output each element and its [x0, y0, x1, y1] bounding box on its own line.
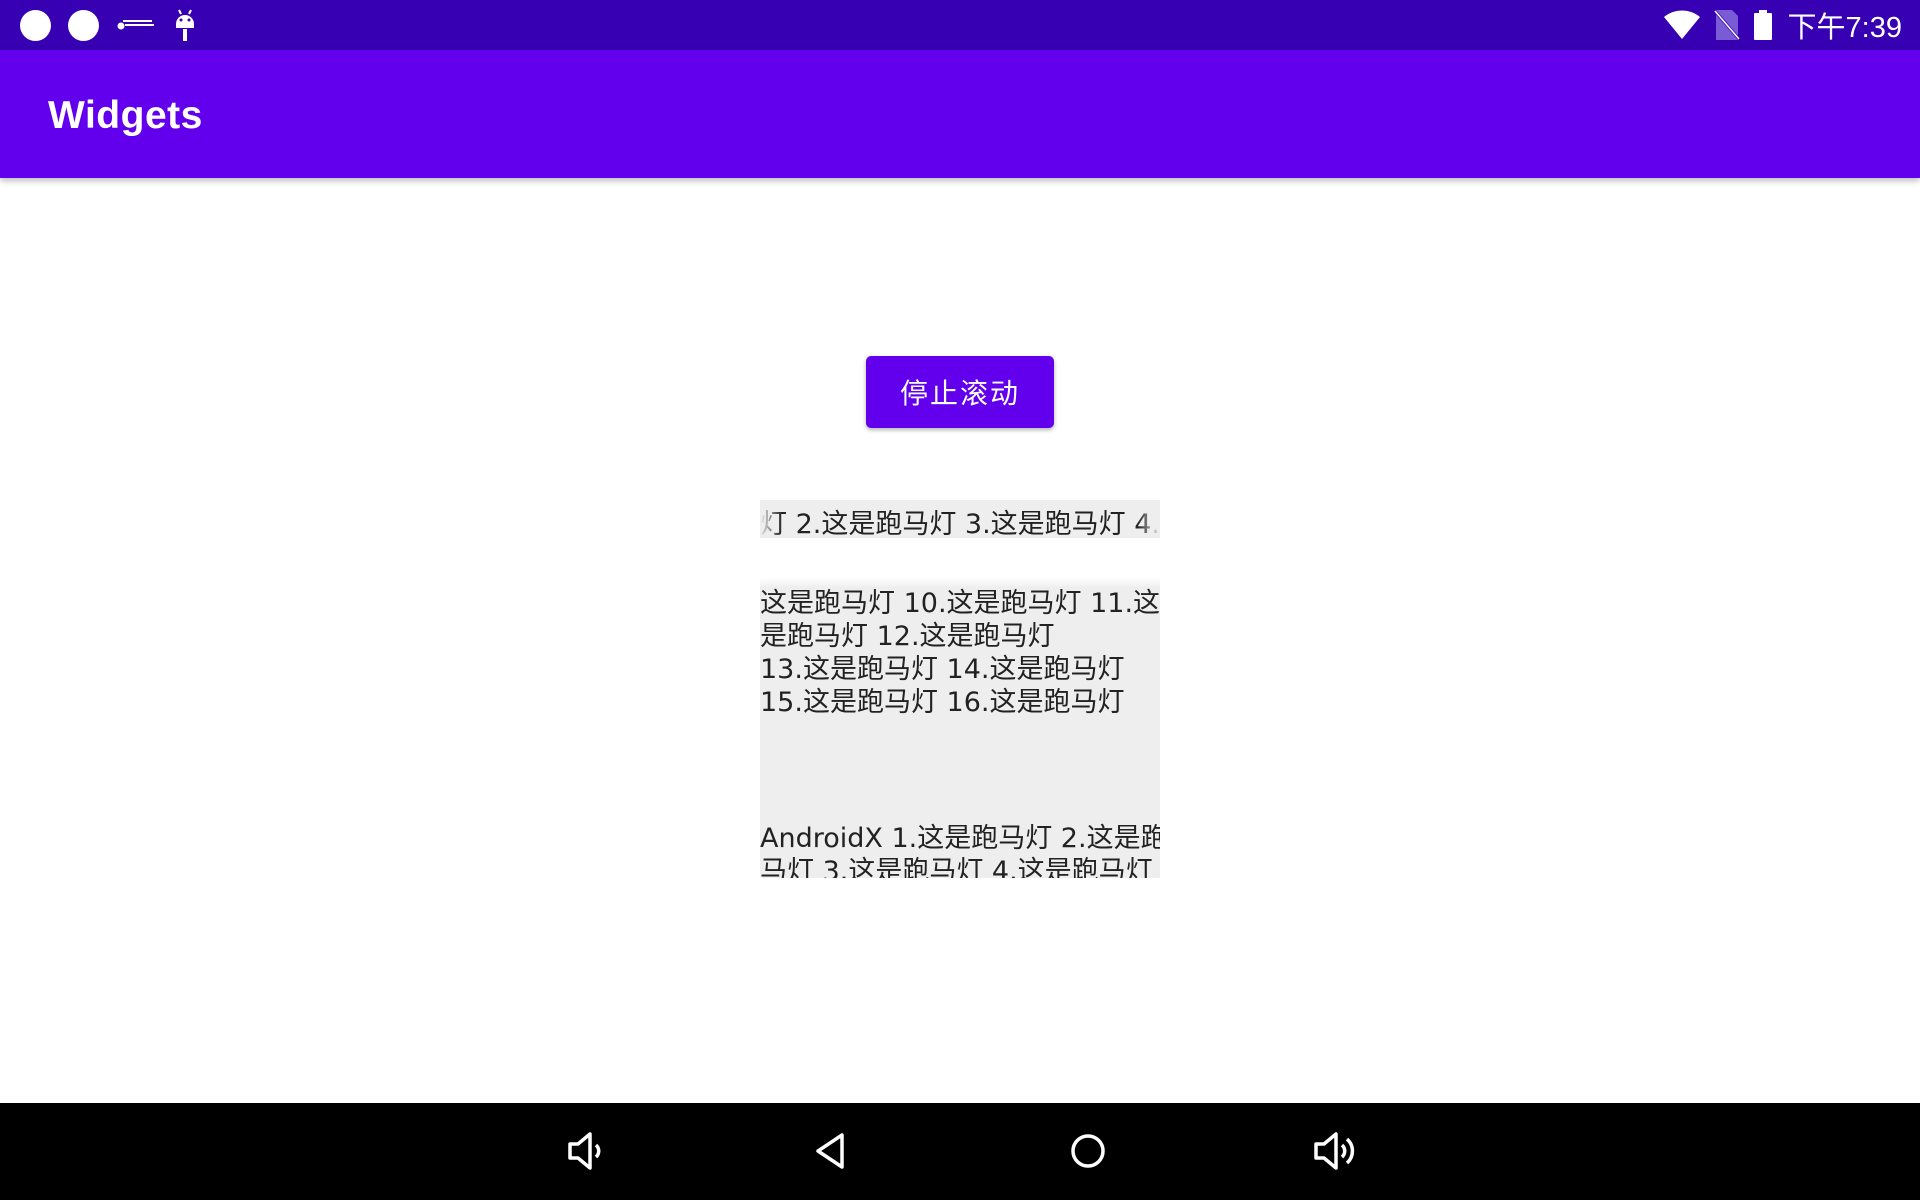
- battery-icon: [1753, 10, 1772, 40]
- marquee-single-line: 灯 2.这是跑马灯 3.这是跑马灯 4.: [760, 500, 1160, 538]
- stop-scroll-button[interactable]: 停止滚动: [866, 356, 1054, 428]
- volume-down-icon[interactable]: [558, 1123, 614, 1179]
- back-icon[interactable]: [804, 1123, 860, 1179]
- marquee-fade-right: [1138, 500, 1160, 538]
- status-bar: 下午7:39: [0, 0, 1920, 50]
- status-bar-left-icons: [20, 0, 198, 50]
- navigation-bar: [0, 1103, 1920, 1200]
- marquee-single-text: 灯 2.这是跑马灯 3.这是跑马灯 4.: [760, 509, 1160, 538]
- marquee-multi-text: 这是跑马灯 10.这是跑马灯 11.这 是跑马灯 12.这是跑马灯 13.这是跑…: [760, 588, 1160, 718]
- no-sim-icon: [1713, 10, 1740, 40]
- android-debug-icon: [172, 8, 198, 42]
- notification-dot-icon: [20, 9, 51, 41]
- status-bar-right-icons: 下午7:39: [1663, 0, 1902, 50]
- marquee-top-fade: [760, 578, 1160, 588]
- notification-dot-icon: [68, 9, 99, 41]
- marquee-fade-left: [760, 500, 782, 538]
- app-bar: Widgets: [0, 50, 1920, 178]
- home-icon[interactable]: [1060, 1123, 1116, 1179]
- marquee-multi-text-restart: AndroidX 1.这是跑马灯 2.这是跑 马灯 3.这是跑马灯 4.这是跑马…: [760, 823, 1160, 878]
- wifi-icon: [1663, 10, 1700, 40]
- marquee-multi-line: 这是跑马灯 10.这是跑马灯 11.这 是跑马灯 12.这是跑马灯 13.这是跑…: [760, 578, 1160, 878]
- volume-up-icon[interactable]: [1308, 1123, 1364, 1179]
- status-bar-time: 下午7:39: [1787, 12, 1902, 44]
- app-title: Widgets: [48, 94, 203, 137]
- key-icon: [116, 15, 156, 35]
